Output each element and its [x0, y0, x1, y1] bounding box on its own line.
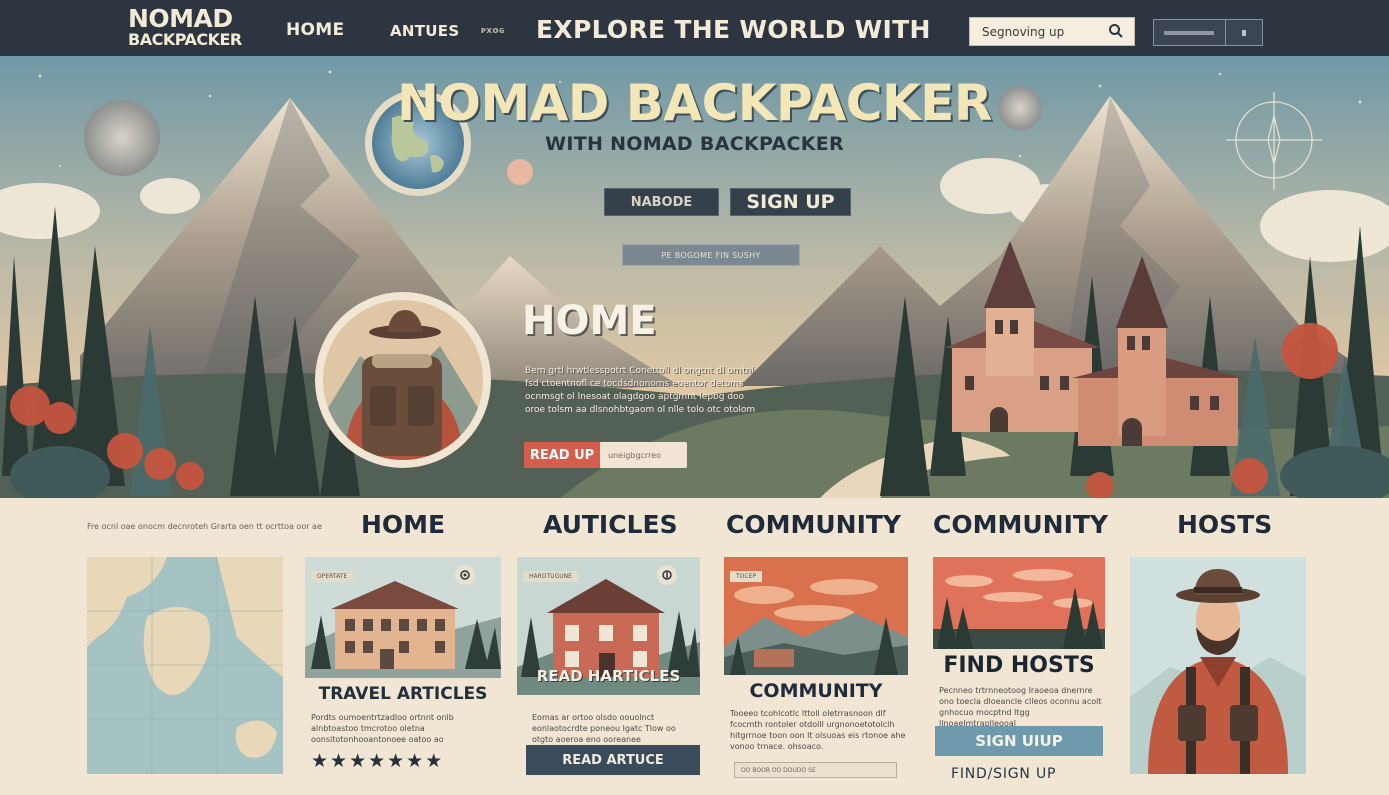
read-card-image[interactable]: HAROTUGUNE READ HARTICLES [517, 557, 700, 695]
logo-line2: BACKPACKER [128, 30, 242, 49]
logo-line1: NOMAD [128, 4, 233, 33]
hero-body-text: Bem grtl hrwtlesspotrt Conettoll dl ongt… [525, 366, 756, 415]
world-map[interactable] [87, 557, 283, 774]
forest-sunset-illustration [933, 557, 1105, 649]
read-card-tag: HAROTUGUNE [523, 571, 578, 582]
map-graphic [87, 557, 283, 774]
section-heading-community[interactable]: COMMUNITY [726, 510, 901, 539]
readup-button[interactable]: READ UP uneigbgcrreo [524, 442, 687, 468]
community-card-image[interactable]: TOCEP [724, 557, 908, 675]
hosts-signup-button[interactable]: SIGN UIUP [935, 726, 1103, 756]
search-icon[interactable] [1108, 23, 1124, 39]
hero-signup-button[interactable]: SIGN UP [730, 188, 851, 216]
travel-body-text: Pordts oumoentrtzadloo ortnnt onlb alnbt… [311, 713, 454, 744]
account-button[interactable] [1154, 20, 1226, 45]
top-navigation-bar: NOMAD BACKPACKER HOME ANTUES ᴘxᴏɢ EXPLOR… [0, 0, 1389, 56]
readup-label: READ UP [524, 442, 600, 468]
host-portrait[interactable] [1130, 557, 1306, 774]
nav-antues[interactable]: ANTUES [390, 22, 459, 40]
account-controls [1153, 19, 1263, 46]
read-articles-caption: READ HARTICLES [536, 667, 681, 685]
search-input[interactable] [982, 24, 1100, 39]
section-heading-home[interactable]: HOME [361, 510, 445, 539]
menu-toggle-button[interactable] [1226, 20, 1262, 45]
hero-banner: NOMAD BACKPACKER WITH NOMAD BACKPACKER N… [0, 56, 1389, 498]
readup-note: uneigbgcrreo [608, 450, 661, 460]
host-illustration [1130, 557, 1306, 774]
section-heading-community-2[interactable]: COMMUNITY [933, 510, 1108, 539]
travel-card-image[interactable]: OPERTATE [305, 557, 501, 678]
community-caption[interactable]: COMMUNITY [724, 680, 908, 702]
nav-small-link[interactable]: ᴘxᴏɢ [481, 26, 505, 36]
hero-subtitle: WITH NOMAD BACKPACKER [545, 133, 844, 155]
nabode-button[interactable]: NABODE [604, 188, 719, 216]
site-logo[interactable]: NOMAD BACKPACKER [128, 6, 242, 48]
hero-title: NOMAD BACKPACKER [397, 74, 992, 132]
header-tagline: EXPLORE THE WORLD WITH [536, 15, 931, 44]
hosts-body-text: Pecnneo trtrnneotoog Iraoeoa dnernre ono… [939, 686, 1102, 728]
hero-pill-link[interactable]: PE BOGOME FIN SUSHY [622, 244, 800, 266]
hiker-portrait [315, 292, 491, 468]
star-rating[interactable]: ★★★★★★★ [311, 750, 444, 772]
find-signup-link[interactable]: FIND/SIGN UP [951, 766, 1056, 782]
read-body-text: Eomas ar ortoo olsdo oouolnct eonlaotocr… [532, 713, 676, 744]
share-icon[interactable] [657, 565, 677, 585]
travel-card-tag: OPERTATE [311, 571, 354, 582]
nav-home[interactable]: HOME [286, 20, 344, 40]
community-body-text: Tooeeo tcohlcotlc lttoll oletrrasnoon dl… [730, 709, 906, 751]
community-card-tag: TOCEP [730, 571, 762, 582]
intro-text: Fre ocnl oae onocm decnroteh Grarta oen … [87, 522, 322, 531]
camera-icon[interactable] [455, 565, 475, 585]
section-heading-articles[interactable]: AUTICLES [543, 510, 678, 539]
read-article-button[interactable]: READ ARTUCE [526, 745, 700, 775]
find-hosts-caption[interactable]: FIND HOSTS [933, 653, 1105, 678]
hero-home-heading: HOME [522, 298, 657, 344]
search-bar [969, 17, 1135, 46]
section-heading-hosts[interactable]: HOSTS [1177, 510, 1272, 539]
community-input-field[interactable]: OO BOOB OO DOUDO SE [734, 762, 897, 778]
travel-articles-caption[interactable]: TRAVEL ARTICLES [305, 684, 501, 704]
hosts-card-image[interactable] [933, 557, 1105, 649]
